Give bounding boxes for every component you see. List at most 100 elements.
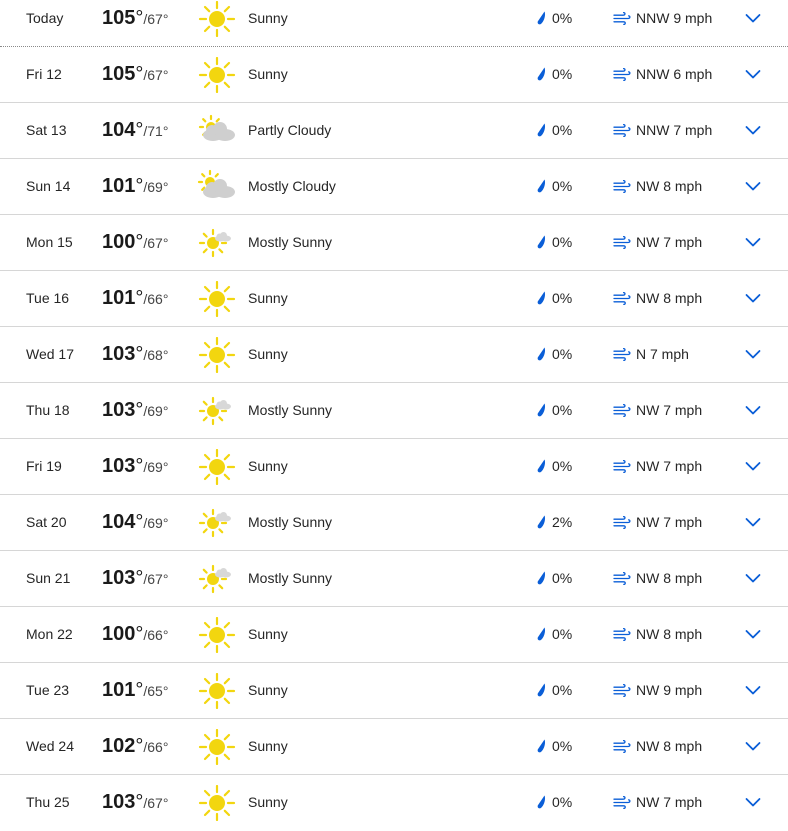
wind-label: NW 7 mph [636,794,703,810]
sunny-icon [198,337,236,373]
forecast-row[interactable]: Thu 18 103°/69° Mostly Sunny 0% NW 7 mph [0,383,788,439]
precip-drop-icon [537,235,546,249]
wind-label: NW 9 mph [636,682,703,698]
wind-icon [613,516,631,529]
condition-label: Mostly Sunny [248,514,333,530]
sunny-icon [198,729,236,765]
wind-icon [613,572,631,585]
day-label: Wed 24 [26,738,74,754]
chevron-down-icon[interactable] [745,740,761,752]
chevron-down-icon[interactable] [745,628,761,640]
chevron-down-icon[interactable] [745,516,761,528]
forecast-row[interactable]: Sat 20 104°/69° Mostly Sunny 2% NW 7 mph [0,495,788,551]
temperature: 104°/69° [102,495,168,551]
mostly-sunny-icon [198,508,231,538]
chevron-down-icon[interactable] [745,292,761,304]
condition-label: Partly Cloudy [248,122,332,138]
condition-label: Sunny [248,738,288,754]
mostly-sunny-icon [198,396,231,426]
condition-label: Sunny [248,794,288,810]
temperature: 103°/68° [102,327,168,383]
chevron-down-icon[interactable] [745,348,761,360]
wind-icon [613,292,631,305]
chevron-down-icon[interactable] [745,404,761,416]
precip-chance: 0% [552,66,573,82]
mostly-sunny-icon [198,228,231,258]
low-temp: /66° [143,291,169,307]
sunny-icon [198,617,236,653]
day-label: Fri 12 [26,66,62,82]
chevron-down-icon[interactable] [745,12,761,24]
forecast-row[interactable]: Thu 25 103°/67° Sunny 0% NW 7 mph [0,775,788,830]
forecast-row[interactable]: Mon 22 100°/66° Sunny 0% NW 8 mph [0,607,788,663]
precip-drop-icon [537,515,546,529]
low-temp: /66° [143,627,169,643]
low-temp: /71° [143,123,169,139]
wind-icon [613,740,631,753]
precip-drop-icon [537,683,546,697]
low-temp: /69° [143,403,169,419]
chevron-down-icon[interactable] [745,124,761,136]
temperature: 103°/69° [102,383,168,439]
chevron-down-icon[interactable] [745,236,761,248]
condition-label: Mostly Sunny [248,570,333,586]
chevron-down-icon[interactable] [745,796,761,808]
precip-chance: 0% [552,402,573,418]
low-temp: /69° [143,515,169,531]
wind-label: NW 7 mph [636,458,703,474]
wind-label: NW 8 mph [636,570,703,586]
high-temp: 105 [102,7,136,29]
low-temp: /67° [143,571,169,587]
high-temp: 105 [102,63,136,85]
temperature: 105°/67° [102,0,168,47]
chevron-down-icon[interactable] [745,572,761,584]
day-label: Wed 17 [26,346,74,362]
forecast-row[interactable]: Tue 16 101°/66° Sunny 0% NW 8 mph [0,271,788,327]
temperature: 103°/67° [102,775,168,831]
forecast-row[interactable]: Sat 13 104°/71° Partly Cloudy 0% NNW 7 m… [0,103,788,159]
forecast-row[interactable]: Today 105°/67° Sunny 0% NNW 9 mph [0,0,788,47]
precip-drop-icon [537,67,546,81]
wind-label: N 7 mph [636,346,689,362]
high-temp: 103 [102,791,136,813]
condition-label: Sunny [248,682,288,698]
day-label: Tue 23 [26,682,70,698]
precip-drop-icon [537,403,546,417]
wind-icon [613,348,631,361]
condition-label: Sunny [248,458,288,474]
forecast-row[interactable]: Fri 12 105°/67° Sunny 0% NNW 6 mph [0,47,788,103]
day-label: Sat 20 [26,514,67,530]
sunny-icon [198,673,236,709]
chevron-down-icon[interactable] [745,180,761,192]
precip-chance: 0% [552,10,573,26]
forecast-row[interactable]: Sun 21 103°/67° Mostly Sunny 0% NW 8 mph [0,551,788,607]
day-label: Mon 22 [26,626,73,642]
precip-drop-icon [537,123,546,137]
day-label: Sat 13 [26,122,67,138]
wind-icon [613,628,631,641]
chevron-down-icon[interactable] [745,684,761,696]
forecast-row[interactable]: Mon 15 100°/67° Mostly Sunny 0% NW 7 mph [0,215,788,271]
precip-chance: 0% [552,570,573,586]
forecast-row[interactable]: Fri 19 103°/69° Sunny 0% NW 7 mph [0,439,788,495]
wind-icon [613,460,631,473]
forecast-row[interactable]: Wed 17 103°/68° Sunny 0% N 7 mph [0,327,788,383]
wind-label: NW 8 mph [636,738,703,754]
temperature: 104°/71° [102,103,168,159]
precip-chance: 0% [552,178,573,194]
chevron-down-icon[interactable] [745,68,761,80]
temperature: 103°/67° [102,551,168,607]
chevron-down-icon[interactable] [745,460,761,472]
wind-icon [613,180,631,193]
wind-label: NW 7 mph [636,402,703,418]
forecast-row[interactable]: Wed 24 102°/66° Sunny 0% NW 8 mph [0,719,788,775]
forecast-row[interactable]: Sun 14 101°/69° Mostly Cloudy 0% NW 8 mp… [0,159,788,215]
temperature: 103°/69° [102,439,168,495]
condition-label: Mostly Sunny [248,402,333,418]
wind-label: NNW 7 mph [636,122,713,138]
day-label: Thu 25 [26,794,70,810]
forecast-row[interactable]: Tue 23 101°/65° Sunny 0% NW 9 mph [0,663,788,719]
high-temp: 100 [102,231,136,253]
low-temp: /65° [143,683,169,699]
sunny-icon [198,449,236,485]
